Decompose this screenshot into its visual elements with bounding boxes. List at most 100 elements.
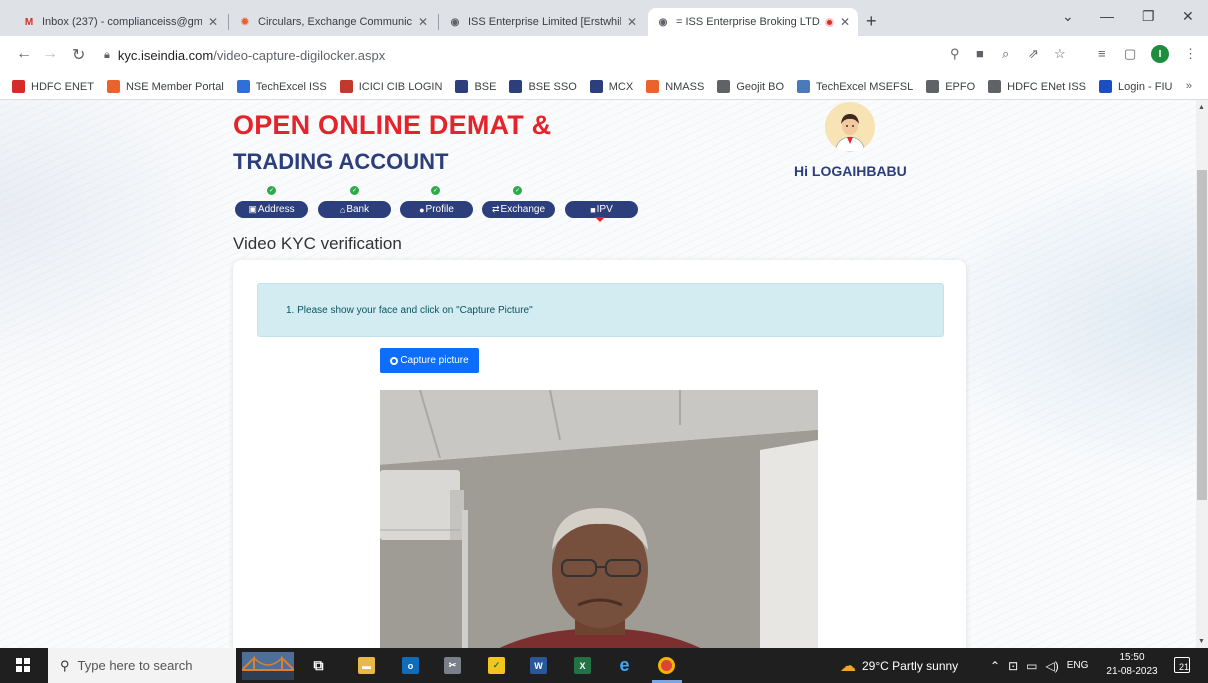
profile-avatar[interactable]: I	[1151, 45, 1169, 63]
bookmark-label: NSE Member Portal	[125, 80, 224, 93]
tab-search-icon[interactable]: ⌄	[1062, 8, 1074, 25]
taskbar-search-box[interactable]: ⚲ Type here to search	[48, 648, 236, 683]
volume-icon[interactable]: ◁)	[1045, 659, 1058, 673]
weather-text: 29°C Partly sunny	[862, 658, 959, 673]
scroll-up-icon[interactable]: ▲	[1198, 104, 1205, 111]
menu-dots-icon[interactable]: ⋮	[1184, 46, 1197, 62]
browser-toolbar: ← → ↻ 🔒︎ kyc.iseindia.com/video-capture-…	[0, 36, 1208, 74]
step-profile[interactable]: ● Profile	[400, 201, 473, 218]
tab-title: Inbox (237) - complianceiss@gm	[42, 16, 202, 28]
word-icon[interactable]: W	[530, 657, 547, 674]
close-tab-icon[interactable]: ✕	[208, 15, 218, 29]
taskbar-clock[interactable]: 15:50 21-08-2023	[1104, 651, 1160, 679]
location-icon[interactable]: ⚲	[950, 46, 960, 62]
page-subtitle: TRADING ACCOUNT	[233, 149, 449, 174]
outlook-icon[interactable]: o	[402, 657, 419, 674]
tab-gmail[interactable]: M Inbox (237) - complianceiss@gm ✕	[14, 8, 226, 36]
bookmark-favicon-icon	[509, 80, 523, 93]
more-bookmarks-button[interactable]: »	[1186, 80, 1192, 92]
bookmarks-bar: HDFC ENET NSE Member Portal TechExcel ISS I…	[0, 74, 1208, 100]
meet-now-icon[interactable]: ⊡	[1008, 659, 1018, 673]
step-label: Bank	[346, 204, 370, 215]
bookmark-favicon-icon	[236, 80, 250, 93]
network-icon[interactable]: ▭	[1026, 659, 1037, 673]
close-window-button[interactable]: ✕	[1182, 8, 1194, 25]
bookmark-favicon-icon	[455, 80, 469, 93]
reading-list-icon[interactable]: ≡	[1098, 46, 1106, 61]
bridge-widget-icon[interactable]	[241, 652, 295, 680]
url-path: /video-capture-digilocker.aspx	[213, 47, 386, 63]
bookmark-item[interactable]: HDFC ENet ISS	[988, 80, 1086, 93]
lock-icon[interactable]: 🔒︎	[104, 49, 110, 62]
new-tab-button[interactable]: +	[866, 11, 877, 32]
minimize-button[interactable]: —	[1100, 8, 1114, 24]
step-bank-check-icon: ✓	[350, 186, 359, 195]
bookmark-item[interactable]: NMASS	[646, 80, 704, 93]
bookmark-item[interactable]: NSE Member Portal	[106, 80, 224, 93]
tab-circulars[interactable]: ✹ Circulars, Exchange Communicat ✕	[230, 8, 436, 36]
kyc-card: 1. Please show your face and click on "C…	[233, 260, 966, 648]
weather-widget[interactable]: ☁ 29°C Partly sunny	[840, 648, 958, 683]
camera-icon	[390, 356, 399, 365]
step-ipv[interactable]: ■ IPV	[565, 201, 638, 218]
clock-time: 15:50	[1119, 652, 1145, 663]
user-avatar-icon	[825, 102, 875, 152]
tab-separator	[228, 14, 229, 30]
step-label: Address	[257, 204, 295, 215]
chrome-icon[interactable]	[658, 657, 675, 674]
notification-center-icon[interactable]: 21	[1174, 657, 1190, 673]
reload-icon[interactable]: ↻	[72, 45, 85, 65]
bookmark-item[interactable]: HDFC ENET	[12, 80, 94, 93]
step-address[interactable]: ▣ Address	[235, 201, 308, 218]
bookmark-item[interactable]: TechExcel ISS	[236, 80, 327, 93]
bookmark-item[interactable]: ICICI CIB LOGIN	[339, 80, 442, 93]
snipping-tool-icon[interactable]: ✂	[444, 657, 461, 674]
scroll-down-icon[interactable]: ▼	[1198, 638, 1205, 645]
step-bank[interactable]: ⌂ Bank	[318, 201, 391, 218]
file-explorer-icon[interactable]: ▬	[358, 657, 375, 674]
tab-iss-enterprise[interactable]: ◉ ISS Enterprise Limited [Erstwhile ✕	[440, 8, 645, 36]
tab-iss-broking[interactable]: ◉ = ISS Enterprise Broking LTD. ✕	[648, 8, 858, 36]
camera-icon[interactable]: ■	[976, 46, 984, 61]
close-tab-icon[interactable]: ✕	[840, 15, 850, 29]
task-view-icon[interactable]: ⧉	[310, 657, 327, 674]
bookmark-item[interactable]: TechExcel MSEFSL	[797, 80, 913, 93]
side-panel-icon[interactable]: ▢	[1124, 46, 1136, 62]
bookmark-item[interactable]: Geojit BO	[717, 80, 784, 93]
bookmark-label: NMASS	[665, 80, 705, 93]
bookmark-label: MCX	[608, 80, 634, 93]
windows-start-icon[interactable]	[16, 658, 30, 672]
bookmark-label: BSE	[474, 80, 497, 93]
bookmark-favicon-icon	[106, 80, 120, 93]
scrollbar-thumb[interactable]	[1197, 170, 1207, 500]
bookmark-item[interactable]: BSE	[455, 80, 496, 93]
bookmark-item[interactable]: Login - FIU	[1099, 80, 1172, 93]
internet-explorer-icon[interactable]: e	[616, 655, 633, 675]
user-greeting: Hi LOGAIHBABU	[794, 163, 907, 179]
language-indicator[interactable]: ENG	[1067, 660, 1089, 671]
capture-picture-button[interactable]: Capture picture	[380, 348, 479, 373]
address-bar[interactable]: 🔒︎ kyc.iseindia.com/video-capture-digilo…	[104, 41, 944, 69]
bookmark-star-icon[interactable]: ☆	[1054, 46, 1066, 62]
restore-button[interactable]: ❐	[1142, 8, 1155, 25]
gmail-icon: M	[24, 16, 34, 28]
share-icon[interactable]: ⇗	[1028, 46, 1039, 62]
close-tab-icon[interactable]: ✕	[418, 15, 428, 29]
back-arrow-icon[interactable]: ←	[16, 45, 32, 63]
zoom-icon[interactable]: ⌕	[1002, 46, 1009, 62]
bookmark-label: Geojit BO	[736, 80, 785, 93]
close-tab-icon[interactable]: ✕	[627, 15, 637, 29]
step-label: Profile	[425, 204, 454, 215]
bookmark-label: TechExcel ISS	[255, 80, 327, 93]
step-exchange[interactable]: ⇄ Exchange	[482, 201, 555, 218]
bookmark-item[interactable]: MCX	[589, 80, 634, 93]
bookmark-item[interactable]: BSE SSO	[509, 80, 577, 93]
bookmark-label: TechExcel MSEFSL	[816, 80, 914, 93]
bookmark-item[interactable]: EPFO	[926, 80, 975, 93]
excel-icon[interactable]: X	[574, 657, 591, 674]
sticky-notes-icon[interactable]: ✓	[488, 657, 505, 674]
show-hidden-icons-icon[interactable]: ⌃	[990, 659, 1000, 673]
step-exchange-check-icon: ✓	[513, 186, 522, 195]
tab-separator	[438, 14, 439, 30]
forward-arrow-icon[interactable]: →	[42, 45, 58, 63]
